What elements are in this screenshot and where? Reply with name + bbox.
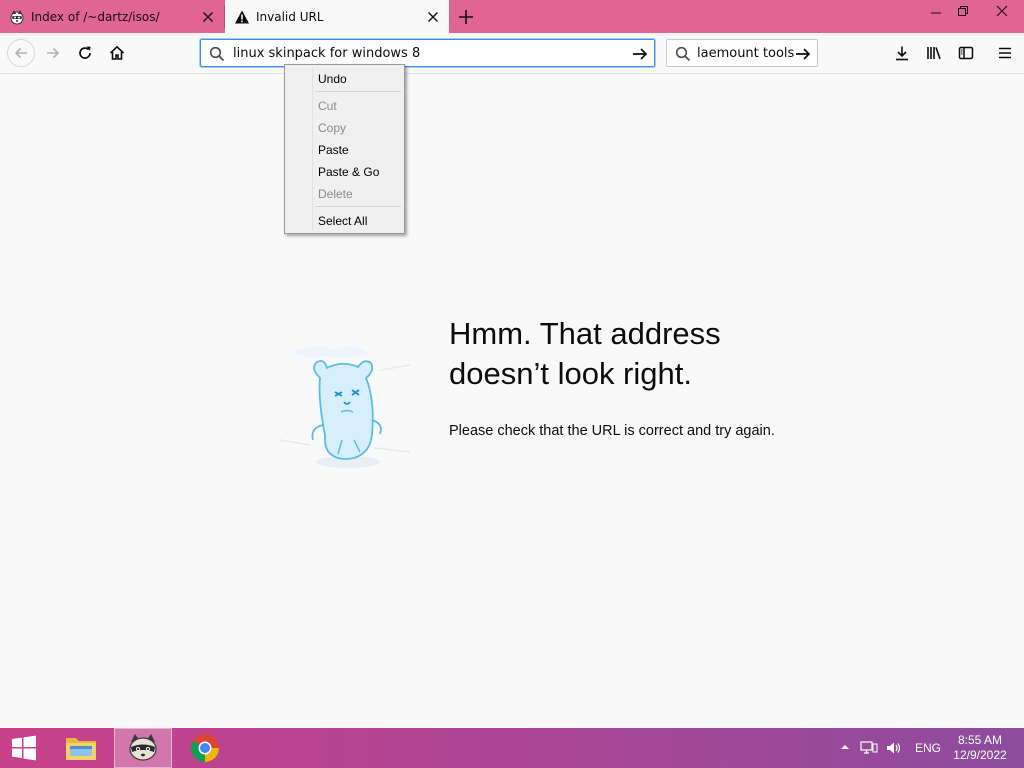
address-bar[interactable]: linux skinpack for windows 8 bbox=[200, 39, 655, 67]
menu-separator bbox=[315, 206, 401, 207]
library-button[interactable] bbox=[922, 41, 946, 65]
raccoon-icon bbox=[126, 732, 160, 764]
taskbar: ENG 8:55 AM 12/9/2022 bbox=[0, 728, 1024, 768]
tab-title: Index of /~dartz/isos/ bbox=[31, 10, 160, 24]
file-explorer-button[interactable] bbox=[58, 728, 104, 768]
tab-index-dartz[interactable]: Index of /~dartz/isos/ bbox=[0, 0, 224, 33]
tab-title: Invalid URL bbox=[256, 10, 324, 24]
close-tab-icon[interactable] bbox=[200, 9, 216, 25]
chrome-button[interactable] bbox=[180, 728, 230, 768]
reload-button[interactable] bbox=[73, 41, 97, 65]
close-tab-icon[interactable] bbox=[425, 9, 441, 25]
new-tab-button[interactable] bbox=[455, 6, 477, 28]
error-title: Hmm. That address doesn’t look right. bbox=[449, 314, 829, 394]
taskbar-raccoon-app-button[interactable] bbox=[114, 728, 172, 768]
forward-button[interactable] bbox=[41, 41, 65, 65]
language-indicator[interactable]: ENG bbox=[915, 741, 941, 755]
home-button[interactable] bbox=[105, 41, 129, 65]
volume-icon[interactable] bbox=[885, 740, 903, 756]
menu-item-paste[interactable]: Paste bbox=[318, 143, 349, 157]
address-input[interactable]: linux skinpack for windows 8 bbox=[233, 46, 420, 61]
error-description: Please check that the URL is correct and… bbox=[449, 423, 775, 439]
start-button[interactable] bbox=[0, 728, 48, 768]
clock-time: 8:55 AM bbox=[957, 733, 1003, 747]
search-input[interactable]: laemount tools bbox=[697, 46, 794, 61]
clock-date: 12/9/2022 bbox=[953, 748, 1007, 762]
navigation-toolbar: linux skinpack for windows 8 laemount to… bbox=[0, 33, 1024, 74]
go-arrow-icon[interactable] bbox=[630, 44, 650, 64]
go-arrow-icon[interactable] bbox=[793, 44, 813, 64]
tab-invalid-url[interactable]: Invalid URL bbox=[225, 0, 449, 33]
error-illustration-icon bbox=[280, 340, 415, 475]
network-icon[interactable] bbox=[860, 740, 878, 756]
raccoon-icon bbox=[9, 9, 25, 25]
show-hidden-icons-chevron-icon[interactable] bbox=[840, 742, 850, 752]
chrome-icon bbox=[190, 733, 220, 763]
context-menu: Undo Cut Copy Paste Paste & Go Delete Se… bbox=[284, 64, 405, 234]
search-icon bbox=[209, 46, 225, 62]
menu-item-select-all[interactable]: Select All bbox=[318, 214, 367, 228]
warning-icon bbox=[234, 9, 250, 25]
clock[interactable]: 8:55 AM 12/9/2022 bbox=[950, 733, 1010, 763]
restore-button[interactable] bbox=[946, 0, 980, 22]
downloads-button[interactable] bbox=[890, 41, 914, 65]
back-button[interactable] bbox=[7, 39, 35, 67]
menu-item-cut[interactable]: Cut bbox=[318, 99, 337, 113]
menu-item-delete[interactable]: Delete bbox=[318, 187, 353, 201]
menu-separator bbox=[315, 91, 401, 92]
search-icon bbox=[675, 46, 691, 62]
error-title-line-1: Hmm. That address bbox=[449, 316, 721, 351]
hamburger-menu-button[interactable] bbox=[993, 41, 1017, 65]
sidebar-button[interactable] bbox=[954, 41, 978, 65]
window-close-button[interactable] bbox=[983, 0, 1021, 22]
windows-logo-icon bbox=[11, 735, 37, 761]
search-bar[interactable]: laemount tools bbox=[666, 39, 818, 67]
tab-strip: Index of /~dartz/isos/ Invalid URL bbox=[0, 0, 1024, 33]
menu-item-copy[interactable]: Copy bbox=[318, 121, 346, 135]
menu-gutter bbox=[312, 67, 313, 231]
menu-item-undo[interactable]: Undo bbox=[318, 72, 347, 86]
menu-item-paste-go[interactable]: Paste & Go bbox=[318, 165, 379, 179]
folder-icon bbox=[65, 734, 97, 762]
error-title-line-2: doesn’t look right. bbox=[449, 356, 692, 391]
